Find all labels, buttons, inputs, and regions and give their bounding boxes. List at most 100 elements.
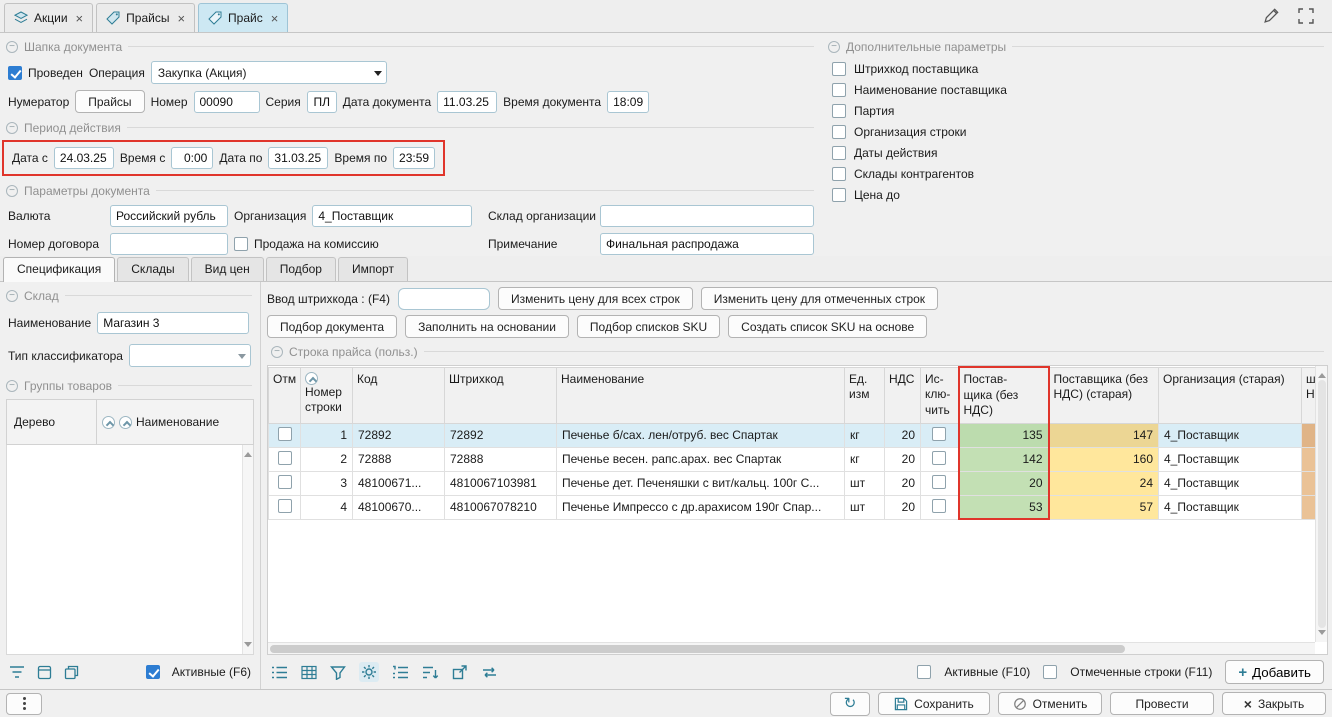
tab-price-types[interactable]: Вид цен	[191, 257, 264, 281]
row-supplier-price[interactable]: 20	[959, 471, 1049, 495]
row-code[interactable]: 72888	[353, 447, 445, 471]
scroll-down-icon[interactable]	[244, 642, 252, 651]
commission-checkbox[interactable]	[234, 237, 248, 251]
scroll-up-icon[interactable]	[1318, 369, 1326, 378]
tab-specification[interactable]: Спецификация	[3, 257, 115, 282]
row-vat[interactable]: 20	[885, 495, 921, 519]
row-clipped-cell[interactable]	[1302, 495, 1316, 519]
tab-selection[interactable]: Подбор	[266, 257, 336, 281]
extra-param-checkbox[interactable]	[832, 83, 846, 97]
row-vat[interactable]: 20	[885, 471, 921, 495]
row-organization-old[interactable]: 4_Поставщик	[1159, 495, 1302, 519]
column-header-mark[interactable]: Отм	[269, 367, 301, 423]
window-tab-stocks[interactable]: Акции ×	[4, 3, 93, 32]
contract-input[interactable]	[110, 233, 228, 255]
row-mark-cell[interactable]	[269, 447, 301, 471]
row-mark-cell[interactable]	[269, 471, 301, 495]
number-input[interactable]	[194, 91, 260, 113]
window-tab-pricelists[interactable]: Прайсы ×	[96, 3, 195, 32]
row-supplier-price-old[interactable]: 24	[1049, 471, 1159, 495]
row-barcode[interactable]: 72888	[445, 447, 557, 471]
collapse-icon[interactable]	[6, 41, 18, 53]
row-mark-checkbox[interactable]	[278, 451, 292, 465]
collapse-icon[interactable]	[6, 185, 18, 197]
pencil-icon[interactable]	[1263, 7, 1280, 24]
marked-rows-f11-checkbox[interactable]	[1043, 665, 1057, 679]
classifier-type-select[interactable]	[129, 344, 251, 367]
extra-param-checkbox[interactable]	[832, 146, 846, 160]
table-view-icon[interactable]	[301, 665, 317, 680]
table-row[interactable]: 4 48100670... 4810067078210 Печенье Импр…	[269, 495, 1316, 519]
doc-time-input[interactable]	[607, 91, 649, 113]
warehouse-name-input[interactable]	[97, 312, 249, 334]
row-exclude-checkbox[interactable]	[932, 499, 946, 513]
create-sku-list-button[interactable]: Создать список SKU на основе	[728, 315, 927, 338]
extra-param-checkbox[interactable]	[832, 104, 846, 118]
row-barcode[interactable]: 72892	[445, 423, 557, 447]
row-organization-old[interactable]: 4_Поставщик	[1159, 423, 1302, 447]
row-exclude-checkbox[interactable]	[932, 475, 946, 489]
tree-scrollbar[interactable]	[242, 445, 253, 654]
extra-param-checkbox[interactable]	[832, 188, 846, 202]
series-input[interactable]	[307, 91, 337, 113]
date-from-input[interactable]	[54, 147, 114, 169]
pick-sku-lists-button[interactable]: Подбор списков SKU	[577, 315, 720, 338]
row-vat[interactable]: 20	[885, 423, 921, 447]
row-exclude-cell[interactable]	[921, 471, 959, 495]
row-organization-old[interactable]: 4_Поставщик	[1159, 447, 1302, 471]
change-price-marked-button[interactable]: Изменить цену для отмеченных строк	[701, 287, 938, 310]
new-window-icon[interactable]	[37, 665, 52, 680]
row-name[interactable]: Печенье Импрессо с др.арахисом 190г Спар…	[557, 495, 845, 519]
row-exclude-cell[interactable]	[921, 495, 959, 519]
close-icon[interactable]: ×	[271, 12, 279, 25]
settings-gear-icon[interactable]	[359, 662, 379, 682]
column-header-exclude[interactable]: Ис- клю- чить	[921, 367, 959, 423]
note-input[interactable]	[600, 233, 814, 255]
tab-import[interactable]: Импорт	[338, 257, 408, 281]
column-header-supplier-price[interactable]: Постав- щика (без НДС)	[959, 367, 1049, 423]
add-row-button[interactable]: + Добавить	[1225, 660, 1324, 684]
row-exclude-cell[interactable]	[921, 447, 959, 471]
collapse-icon[interactable]	[271, 346, 283, 358]
row-name[interactable]: Печенье дет. Печеняшки с вит/кальц. 100г…	[557, 471, 845, 495]
change-price-all-button[interactable]: Изменить цену для всех строк	[498, 287, 693, 310]
row-clipped-cell[interactable]	[1302, 471, 1316, 495]
row-name[interactable]: Печенье весен. рапс.арах. вес Спартак	[557, 447, 845, 471]
extra-param-checkbox[interactable]	[832, 125, 846, 139]
extra-param-checkbox[interactable]	[832, 62, 846, 76]
extra-param-checkbox[interactable]	[832, 167, 846, 181]
row-unit[interactable]: кг	[845, 423, 885, 447]
collapse-icon[interactable]	[6, 122, 18, 134]
table-horizontal-scrollbar[interactable]	[268, 642, 1315, 654]
name-column-header[interactable]: Наименование	[136, 415, 219, 429]
row-unit[interactable]: кг	[845, 447, 885, 471]
operation-select[interactable]: Закупка (Акция)	[151, 61, 387, 84]
currency-input[interactable]	[110, 205, 228, 227]
more-actions-button[interactable]	[6, 693, 42, 715]
row-clipped-cell[interactable]	[1302, 423, 1316, 447]
tree-column-header[interactable]: Дерево	[14, 415, 55, 429]
row-unit[interactable]: шт	[845, 471, 885, 495]
column-header-clipped[interactable]: ш Н	[1302, 367, 1316, 423]
tab-warehouses[interactable]: Склады	[117, 257, 188, 281]
table-row[interactable]: 3 48100671... 4810067103981 Печенье дет.…	[269, 471, 1316, 495]
scrollbar-thumb[interactable]	[270, 645, 1125, 653]
column-header-barcode[interactable]: Штрихкод	[445, 367, 557, 423]
numerator-button[interactable]: Прайсы	[75, 90, 144, 113]
barcode-entry-input[interactable]	[398, 288, 490, 310]
sort-asc-icon[interactable]	[119, 416, 132, 429]
row-exclude-checkbox[interactable]	[932, 451, 946, 465]
row-code[interactable]: 72892	[353, 423, 445, 447]
sort-asc-icon[interactable]	[102, 416, 115, 429]
row-mark-checkbox[interactable]	[278, 427, 292, 441]
marked-list-icon[interactable]	[271, 665, 288, 680]
post-button[interactable]: Провести	[1110, 692, 1214, 715]
scrollbar-thumb[interactable]	[1318, 380, 1326, 628]
column-header-line-no[interactable]: Номер строки	[301, 367, 353, 423]
row-barcode[interactable]: 4810067103981	[445, 471, 557, 495]
posted-checkbox[interactable]	[8, 66, 22, 80]
close-icon[interactable]: ×	[177, 12, 185, 25]
collapse-icon[interactable]	[6, 290, 18, 302]
row-mark-checkbox[interactable]	[278, 499, 292, 513]
row-code[interactable]: 48100671...	[353, 471, 445, 495]
